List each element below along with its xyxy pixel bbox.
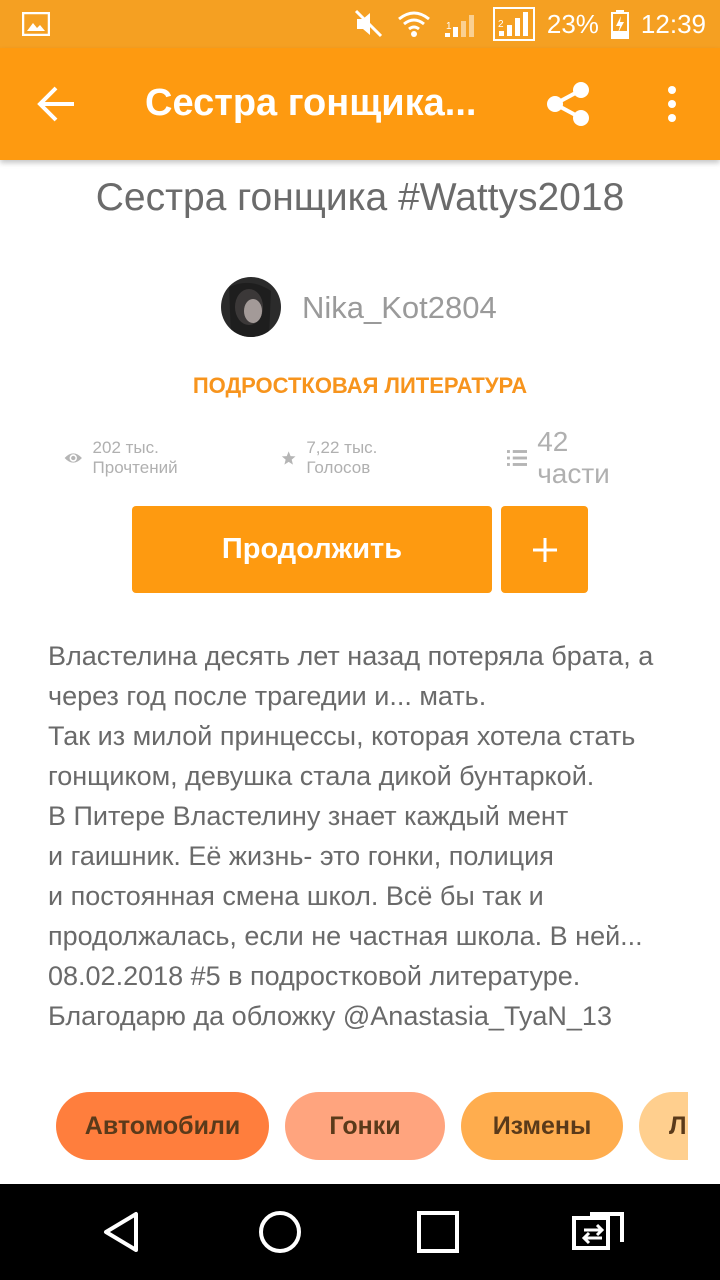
wifi-icon xyxy=(397,11,430,37)
description-line: Властелина десять лет назад потеряла бра… xyxy=(48,641,654,671)
description-line: Благодарю да обложку @Anastasia_TyaN_13 xyxy=(48,1001,612,1031)
back-triangle-icon[interactable] xyxy=(98,1208,146,1256)
app-bar: Сестра гонщика... xyxy=(0,48,720,160)
parts-count: 42 части xyxy=(537,426,610,489)
signal-2-label: 2 xyxy=(498,19,504,30)
star-icon xyxy=(281,451,296,465)
reads-stat: 202 тыс. Прочтений xyxy=(64,436,189,480)
tag-gonki[interactable]: Гонки xyxy=(285,1092,445,1160)
description-line: В Питере Властелину знает каждый мент xyxy=(48,801,569,831)
category-link[interactable]: ПОДРОСТКОВАЯ ЛИТЕРАТУРА xyxy=(0,373,720,399)
author-name[interactable]: Nika_Kot2804 xyxy=(302,290,497,326)
tag-izmeny[interactable]: Измены xyxy=(461,1092,623,1160)
system-nav-bar xyxy=(0,1184,720,1280)
continue-reading-button[interactable]: Продолжить xyxy=(132,506,492,593)
recents-square-icon[interactable] xyxy=(414,1208,462,1256)
story-description: Властелина десять лет назад потеряла бра… xyxy=(48,636,688,1036)
back-arrow-icon[interactable] xyxy=(34,84,78,124)
clock-time: 12:39 xyxy=(640,8,706,39)
description-line: и постоянная смена школ. Всё бы так и xyxy=(48,881,544,911)
description-line: продолжалась, если не частная школа. В н… xyxy=(48,921,643,951)
votes-stat: 7,22 тыс. Голосов xyxy=(281,436,383,480)
parts-stat[interactable]: 42 части xyxy=(507,426,618,489)
description-line: 08.02.2018 #5 в подростковой литературе. xyxy=(48,961,581,991)
home-circle-icon[interactable] xyxy=(256,1208,304,1256)
description-line: и гаишник. Её жизнь- это гонки, полиция xyxy=(48,841,554,871)
signal-1-label: 1 xyxy=(446,21,452,32)
status-bar: 1 2 23% 12:39 xyxy=(0,0,720,48)
share-icon[interactable] xyxy=(542,78,594,130)
list-icon xyxy=(507,450,528,466)
signal-2-icon: 2 xyxy=(492,7,535,41)
signal-1-icon: 1 xyxy=(444,15,474,37)
votes-count: 7,22 тыс. Голосов xyxy=(306,438,378,477)
description-line: через год после трагедии и... мать. xyxy=(48,681,487,711)
more-vert-icon[interactable] xyxy=(660,84,684,124)
add-to-library-button[interactable] xyxy=(501,506,588,593)
eye-icon xyxy=(64,453,82,463)
plus-icon xyxy=(532,537,557,562)
mute-icon xyxy=(354,9,382,38)
reads-count: 202 тыс. Прочтений xyxy=(92,438,178,477)
image-icon xyxy=(22,12,50,36)
app-bar-title: Сестра гонщика... xyxy=(145,82,477,124)
description-line: Так из милой принцессы, которая хотела с… xyxy=(48,721,636,751)
tag-partial[interactable]: Л xyxy=(639,1092,688,1160)
switch-app-icon[interactable] xyxy=(572,1208,626,1256)
story-title: Сестра гонщика #Wattys2018 xyxy=(95,176,625,219)
battery-charging-icon xyxy=(610,10,629,39)
tags-row[interactable]: Автомобили Гонки Измены Л xyxy=(0,1092,688,1160)
battery-percent: 23% xyxy=(546,8,599,39)
avatar-image xyxy=(221,277,281,337)
tag-avtomobili[interactable]: Автомобили xyxy=(56,1092,269,1160)
avatar[interactable] xyxy=(221,277,281,337)
description-line: гонщиком, девушка стала дикой бунтаркой. xyxy=(48,761,595,791)
